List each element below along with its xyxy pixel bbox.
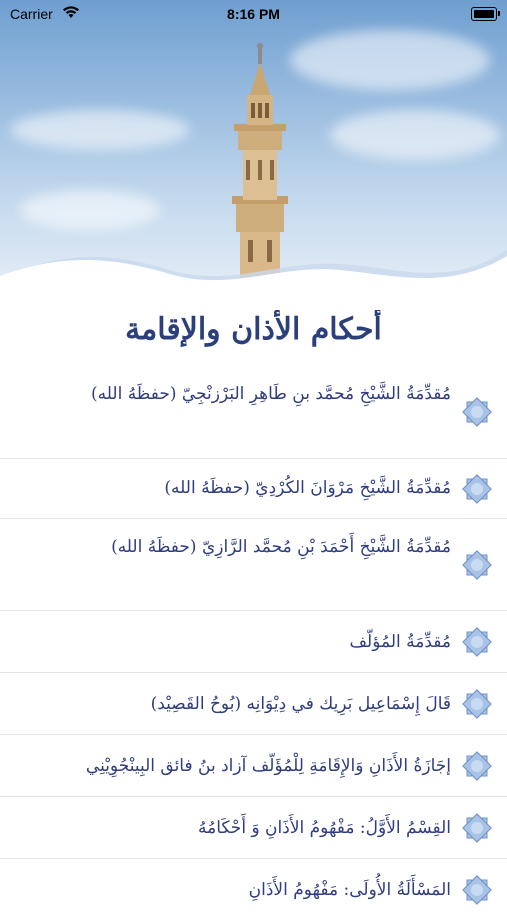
list-item-label: مُقدِّمَةُ المُؤلّف [349,632,451,652]
star-octagon-icon [462,875,492,905]
list-item-label: إجَازَةُ الأَذَانِ وَالإِقَامَةِ لِلْمُؤ… [85,756,451,776]
list-item-label: مُقدِّمَةُ الشَّيْخِ مُحمَّد بنِ طَاهِرِ… [91,384,451,404]
status-bar: Carrier 8:16 PM [0,0,507,28]
list-item[interactable]: إجَازَةُ الأَذَانِ وَالإِقَامَةِ لِلْمُؤ… [0,735,507,797]
list-item[interactable]: مُقدِّمَةُ المُؤلّف [0,611,507,673]
list-item-label: مُقدِّمَةُ الشَّيْخِ أَحْمَدَ بْنِ مُحمَ… [111,537,451,557]
list-item[interactable]: مُقدِّمَةُ الشَّيْخِ مُحمَّد بنِ طَاهِرِ… [0,368,507,459]
list-item[interactable]: القِسْمُ الأَوَّلُ: مَفْهُومُ الأَذَانِ … [0,797,507,859]
list-item-label: المَسْأَلَةُ الأُولَى: مَفْهُومُ الأَذَا… [248,880,451,900]
list-item-label: القِسْمُ الأَوَّلُ: مَفْهُومُ الأَذَانِ … [198,818,451,838]
star-octagon-icon [462,689,492,719]
list-item[interactable]: مُقدِّمَةُ الشَّيْخِ مَرْوَانَ الكُرْدِي… [0,459,507,519]
page-title: أحكام الأذان والإقامة [125,312,382,347]
list-item[interactable]: قَالَ إِسْمَاعِيل بَرِيك في دِيْوَانِه (… [0,673,507,735]
star-octagon-icon [462,813,492,843]
star-octagon-icon [462,474,492,504]
star-octagon-icon [462,397,492,427]
list-item-label: قَالَ إِسْمَاعِيل بَرِيك في دِيْوَانِه (… [150,694,451,714]
list-item-label: مُقدِّمَةُ الشَّيْخِ مَرْوَانَ الكُرْدِي… [164,478,451,498]
wave-divider [0,250,507,310]
list-item[interactable]: مُقدِّمَةُ الشَّيْخِ أَحْمَدَ بْنِ مُحمَ… [0,519,507,611]
chapter-list: مُقدِّمَةُ الشَّيْخِ مُحمَّد بنِ طَاهِرِ… [0,368,507,919]
battery-icon [471,7,500,21]
star-octagon-icon [462,627,492,657]
list-item[interactable]: المَسْأَلَةُ الأُولَى: مَفْهُومُ الأَذَا… [0,859,507,919]
star-octagon-icon [462,751,492,781]
clock: 8:16 PM [227,6,280,22]
star-octagon-icon [462,550,492,580]
